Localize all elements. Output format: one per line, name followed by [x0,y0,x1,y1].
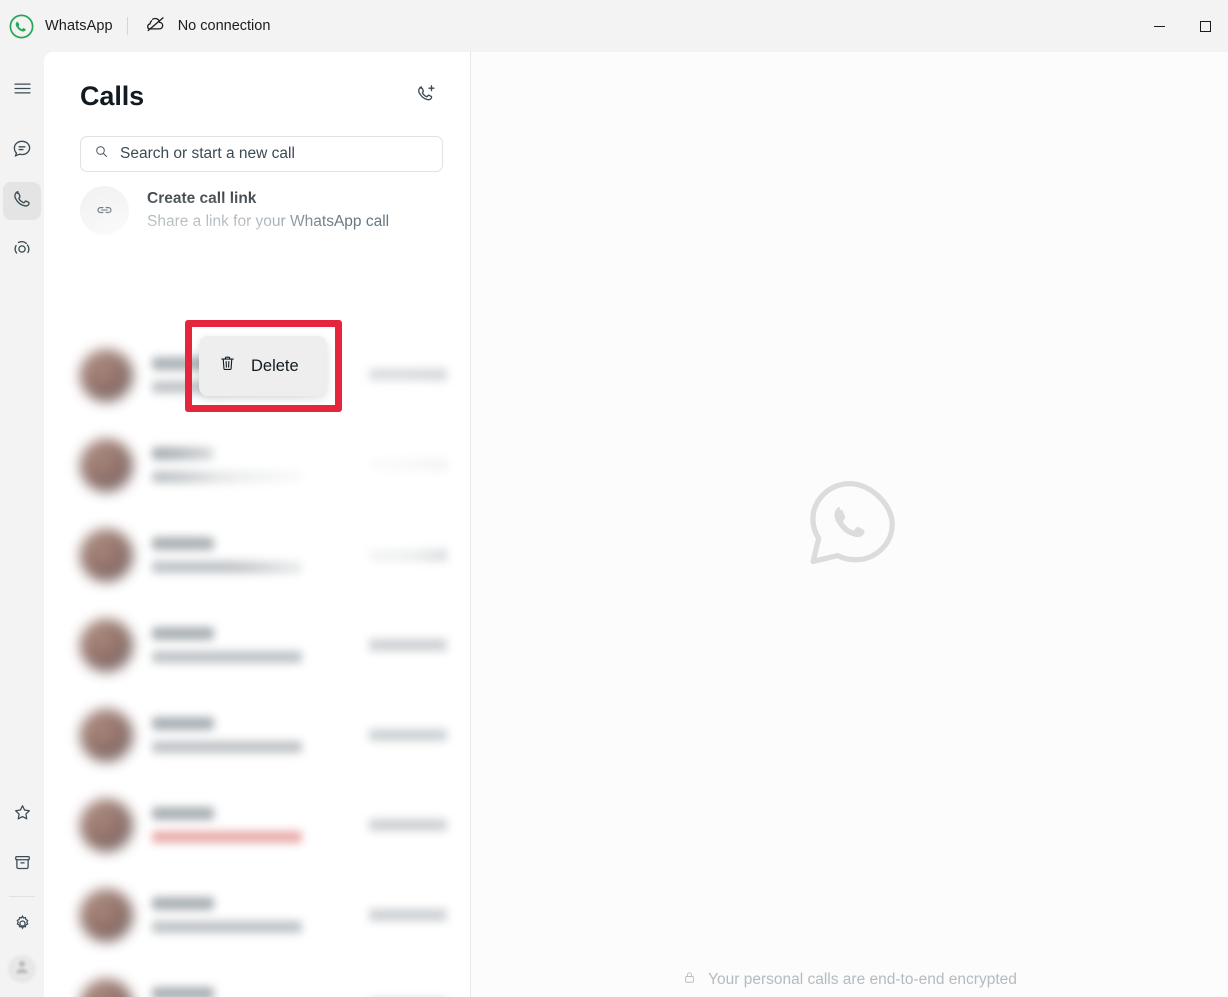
call-contact-name [152,627,214,640]
call-contact-name [152,807,214,820]
avatar[interactable] [8,955,36,983]
sidebar-item-starred[interactable] [3,796,41,834]
avatar [80,708,133,762]
app-brand: WhatsApp [0,14,113,39]
calls-header: Calls [44,52,470,114]
search-placeholder: Search or start a new call [120,145,295,162]
table-row[interactable] [44,690,470,780]
titlebar-divider [126,17,128,35]
avatar [80,618,133,672]
call-timestamp [369,639,447,651]
hamburger-menu-icon [12,78,33,104]
call-row-text [152,627,369,663]
search-icon [94,144,109,164]
whatsapp-logo-icon [9,14,34,39]
call-row-text [152,897,369,933]
table-row[interactable] [44,780,470,870]
call-row-text [152,537,369,573]
call-timestamp [369,909,447,921]
call-detail-missed [152,831,302,843]
call-detail [152,921,302,933]
whatsapp-window: WhatsApp No connection Calls Search or s… [0,0,1228,997]
window-controls [1136,0,1228,52]
sidebar-item-archived[interactable] [3,846,41,884]
gear-icon [12,913,33,939]
maximize-icon [1199,20,1211,32]
encryption-notice-label: Your personal calls are end-to-end encry… [708,971,1017,988]
call-timestamp [369,729,447,741]
navigation-rail [0,52,44,997]
title-bar: WhatsApp No connection [0,0,1228,52]
calls-list-panel: Calls Search or start a new call Create … [44,52,471,997]
cloud-off-icon [144,12,167,40]
call-timestamp [369,819,447,831]
encryption-notice: Your personal calls are end-to-end encry… [471,970,1228,990]
search-container: Search or start a new call [44,114,470,172]
call-contact-name [152,537,214,550]
call-detail [152,471,302,483]
call-detail [152,651,302,663]
chat-bubble-icon [11,138,33,165]
sidebar-item-calls[interactable] [3,182,41,220]
connection-status: No connection [144,12,271,40]
new-call-button[interactable] [408,78,444,114]
avatar [80,978,133,997]
sidebar-item-settings[interactable] [3,907,41,945]
recent-calls-list[interactable] [44,330,470,997]
star-icon [12,802,33,828]
avatar-icon [12,957,32,982]
lock-icon [682,970,697,990]
avatar [80,798,133,852]
status-circle-icon [11,238,33,265]
trash-icon [218,354,237,378]
table-row[interactable] [44,870,470,960]
call-timestamp [369,369,447,381]
phone-plus-icon [415,82,438,110]
call-contact-name [152,987,214,997]
call-timestamp [369,459,447,471]
call-contact-name [152,717,214,730]
call-timestamp [369,549,447,561]
rail-divider [9,896,35,897]
main-content-panel: Your personal calls are end-to-end encry… [471,52,1228,997]
context-menu[interactable]: Delete [199,336,327,396]
page-title: Calls [80,80,145,111]
call-row-text [152,717,369,753]
maximize-button[interactable] [1182,0,1228,52]
call-row-text [152,807,369,843]
call-contact-name [152,447,214,460]
archive-box-icon [12,852,33,878]
table-row[interactable] [44,600,470,690]
avatar [80,348,133,402]
call-detail [152,741,302,753]
whatsapp-logo-icon [802,476,898,577]
avatar [80,438,133,492]
delete-menu-item-label: Delete [251,356,299,375]
avatar [80,528,133,582]
call-row-text [152,987,369,997]
sidebar-item-menu[interactable] [3,72,41,110]
create-call-link-subtitle: Share a link for your WhatsApp call [147,213,390,231]
app-title: WhatsApp [45,18,113,34]
sidebar-item-chats[interactable] [3,132,41,170]
minimize-button[interactable] [1136,0,1182,52]
phone-icon [11,188,33,215]
minimize-icon [1153,25,1165,27]
create-call-link-title: Create call link [147,189,257,207]
create-call-link-row[interactable]: Create call link Share a link for your W… [44,172,470,235]
avatar [80,888,133,942]
create-call-link-text: Create call link Share a link for your W… [147,187,389,234]
sidebar-item-status[interactable] [3,232,41,270]
call-contact-name [152,897,214,910]
table-row[interactable] [44,960,470,997]
search-input[interactable]: Search or start a new call [80,136,443,172]
table-row[interactable] [44,510,470,600]
table-row[interactable] [44,420,470,510]
call-detail [152,561,302,573]
call-row-text [152,447,369,483]
link-icon [80,186,129,235]
connection-status-label: No connection [177,18,271,34]
